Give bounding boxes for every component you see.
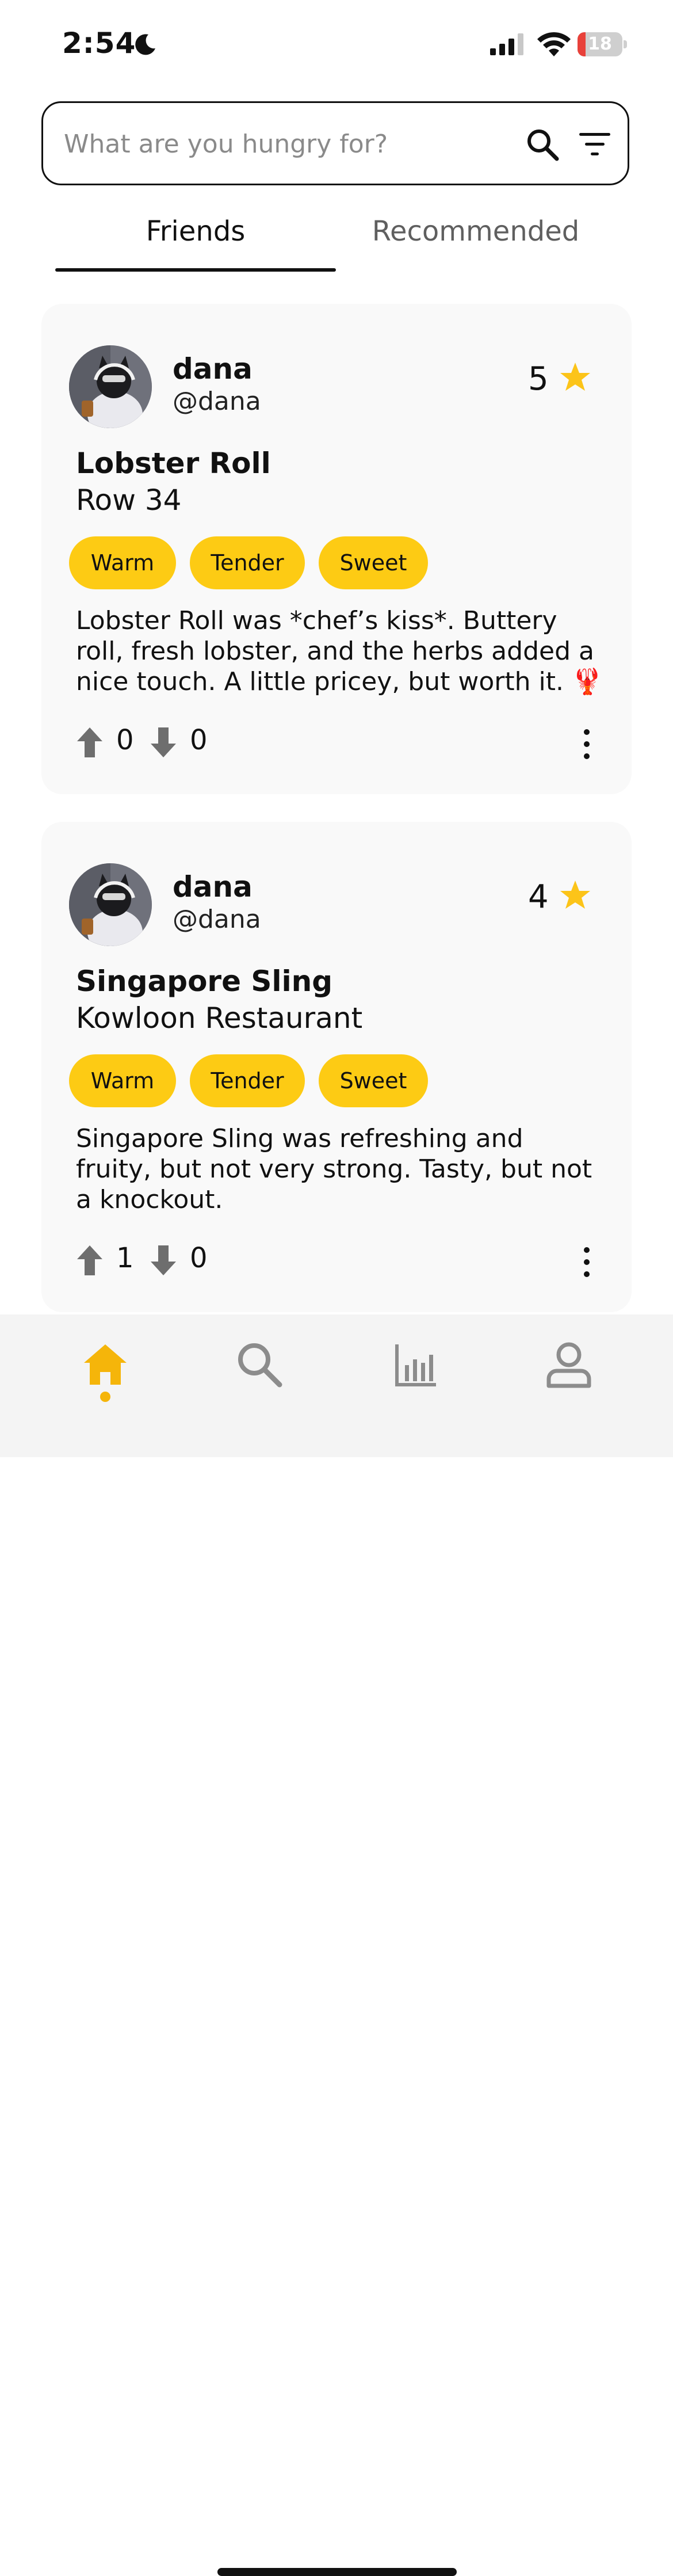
- tag-chip[interactable]: Tender: [190, 1054, 305, 1107]
- home-indicator[interactable]: [217, 2568, 457, 2576]
- search-input[interactable]: [63, 103, 548, 185]
- star-icon: [560, 363, 590, 391]
- downvote-count: 0: [190, 724, 208, 756]
- cellular-signal-icon: [490, 33, 523, 55]
- bottom-navigation: [0, 1314, 673, 2576]
- search-bar: [41, 101, 629, 185]
- star-icon: [560, 881, 590, 909]
- more-options-icon[interactable]: [582, 729, 591, 760]
- downvote-arrow-icon[interactable]: [150, 1244, 177, 1276]
- wifi-icon: [537, 32, 571, 56]
- more-options-icon[interactable]: [582, 1247, 591, 1278]
- active-nav-indicator: [100, 1392, 110, 1402]
- user-handle: @dana: [173, 905, 261, 934]
- battery-level: 18: [588, 34, 612, 54]
- rating-value: 5: [528, 360, 549, 398]
- user-handle: @dana: [173, 387, 261, 416]
- review-card[interactable]: dana @dana 4 Singapore Sling Kowloon Res…: [41, 822, 632, 1312]
- feed-tabs: Friends Recommended: [55, 203, 615, 273]
- review-text: Lobster Roll was *chef’s kiss*. Buttery …: [76, 606, 603, 696]
- dish-name[interactable]: Singapore Sling: [76, 965, 332, 998]
- avatar[interactable]: [69, 863, 152, 946]
- rating-value: 4: [528, 878, 549, 916]
- review-text: Singapore Sling was refreshing and fruit…: [76, 1124, 592, 1214]
- status-bar: 2:54 18: [0, 0, 673, 86]
- restaurant-name[interactable]: Kowloon Restaurant: [76, 1001, 362, 1035]
- moon-icon: [135, 34, 155, 55]
- upvote-count: 1: [116, 1242, 134, 1274]
- status-time: 2:54: [62, 26, 136, 60]
- tag-chip[interactable]: Warm: [69, 536, 176, 589]
- filter-icon[interactable]: [578, 131, 611, 158]
- search-icon[interactable]: [234, 1339, 285, 1390]
- upvote-arrow-icon[interactable]: [76, 726, 104, 759]
- review-card[interactable]: dana @dana 5 Lobster Roll Row 34 Warm Te…: [41, 304, 632, 794]
- active-tab-indicator: [55, 268, 336, 272]
- tag-chip[interactable]: Sweet: [319, 1054, 428, 1107]
- battery-indicator: 18: [578, 32, 627, 56]
- dish-name[interactable]: Lobster Roll: [76, 447, 271, 480]
- tag-chip[interactable]: Tender: [190, 536, 305, 589]
- search-icon[interactable]: [525, 127, 560, 162]
- tab-recommended[interactable]: Recommended: [336, 203, 615, 273]
- downvote-arrow-icon[interactable]: [150, 726, 177, 759]
- home-icon[interactable]: [79, 1339, 131, 1390]
- tag-chip[interactable]: Sweet: [319, 536, 428, 589]
- tag-chip[interactable]: Warm: [69, 1054, 176, 1107]
- stats-icon[interactable]: [389, 1339, 441, 1390]
- upvote-count: 0: [116, 724, 134, 756]
- restaurant-name[interactable]: Row 34: [76, 483, 182, 517]
- downvote-count: 0: [190, 1242, 208, 1274]
- upvote-arrow-icon[interactable]: [76, 1244, 104, 1276]
- profile-icon[interactable]: [543, 1339, 595, 1390]
- avatar[interactable]: [69, 345, 152, 428]
- user-name[interactable]: dana: [173, 870, 253, 904]
- user-name[interactable]: dana: [173, 352, 253, 386]
- tab-friends[interactable]: Friends: [55, 203, 336, 273]
